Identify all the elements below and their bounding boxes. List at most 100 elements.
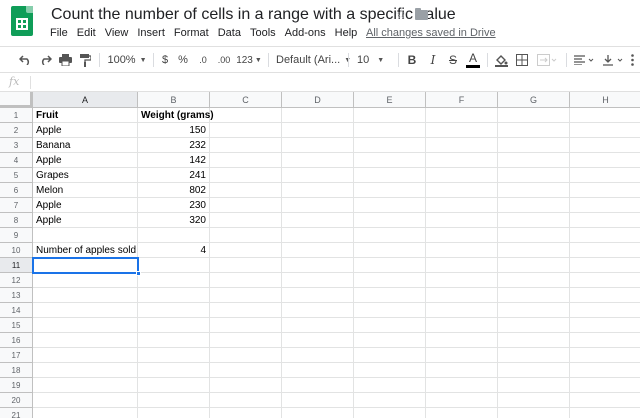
save-status-link[interactable]: All changes saved in Drive <box>366 27 496 39</box>
cell-f5[interactable] <box>426 168 498 183</box>
row-header-18[interactable]: 18 <box>0 363 33 378</box>
cell-h14[interactable] <box>570 303 640 318</box>
column-header-c[interactable]: C <box>210 92 282 108</box>
cell-b17[interactable] <box>138 348 210 363</box>
row-header-15[interactable]: 15 <box>0 318 33 333</box>
row-header-10[interactable]: 10 <box>0 243 33 258</box>
cell-f17[interactable] <box>426 348 498 363</box>
zoom-select[interactable]: 100% ▼ <box>106 51 148 69</box>
menu-edit[interactable]: Edit <box>77 27 101 39</box>
cell-g10[interactable] <box>498 243 570 258</box>
cell-d14[interactable] <box>282 303 354 318</box>
cell-e19[interactable] <box>354 378 426 393</box>
cell-g14[interactable] <box>498 303 570 318</box>
cell-b13[interactable] <box>138 288 210 303</box>
cell-c1[interactable] <box>210 108 282 123</box>
cell-f4[interactable] <box>426 153 498 168</box>
cell-c17[interactable] <box>210 348 282 363</box>
cell-d6[interactable] <box>282 183 354 198</box>
column-header-d[interactable]: D <box>282 92 354 108</box>
cell-a18[interactable] <box>33 363 138 378</box>
cell-g8[interactable] <box>498 213 570 228</box>
cell-b19[interactable] <box>138 378 210 393</box>
cell-h6[interactable] <box>570 183 640 198</box>
cell-h5[interactable] <box>570 168 640 183</box>
cell-c11[interactable] <box>210 258 282 273</box>
cell-h3[interactable] <box>570 138 640 153</box>
cell-d7[interactable] <box>282 198 354 213</box>
cell-d4[interactable] <box>282 153 354 168</box>
column-header-a[interactable]: A <box>33 92 138 108</box>
cell-d10[interactable] <box>282 243 354 258</box>
cell-h13[interactable] <box>570 288 640 303</box>
row-header-5[interactable]: 5 <box>0 168 33 183</box>
menu-addons[interactable]: Add-ons <box>285 27 331 39</box>
row-header-4[interactable]: 4 <box>0 153 33 168</box>
cell-d16[interactable] <box>282 333 354 348</box>
cell-h20[interactable] <box>570 393 640 408</box>
cell-e11[interactable] <box>354 258 426 273</box>
bold-button[interactable]: B <box>405 51 419 69</box>
cell-g4[interactable] <box>498 153 570 168</box>
menu-file[interactable]: File <box>50 27 73 39</box>
currency-format-button[interactable]: $ <box>159 51 171 69</box>
cell-d12[interactable] <box>282 273 354 288</box>
borders-icon[interactable] <box>515 51 529 69</box>
cell-b7[interactable]: 230 <box>138 198 210 213</box>
row-header-12[interactable]: 12 <box>0 273 33 288</box>
cell-h18[interactable] <box>570 363 640 378</box>
cell-f2[interactable] <box>426 123 498 138</box>
row-header-3[interactable]: 3 <box>0 138 33 153</box>
undo-icon[interactable] <box>17 51 33 69</box>
cell-c5[interactable] <box>210 168 282 183</box>
cell-e21[interactable] <box>354 408 426 418</box>
cell-g20[interactable] <box>498 393 570 408</box>
cell-c6[interactable] <box>210 183 282 198</box>
cell-c20[interactable] <box>210 393 282 408</box>
cell-a16[interactable] <box>33 333 138 348</box>
cell-e8[interactable] <box>354 213 426 228</box>
cell-e13[interactable] <box>354 288 426 303</box>
cell-d19[interactable] <box>282 378 354 393</box>
cell-b8[interactable]: 320 <box>138 213 210 228</box>
cell-g21[interactable] <box>498 408 570 418</box>
cell-c2[interactable] <box>210 123 282 138</box>
cell-f15[interactable] <box>426 318 498 333</box>
cell-b12[interactable] <box>138 273 210 288</box>
cell-f20[interactable] <box>426 393 498 408</box>
cell-c19[interactable] <box>210 378 282 393</box>
cell-c18[interactable] <box>210 363 282 378</box>
row-header-19[interactable]: 19 <box>0 378 33 393</box>
row-header-9[interactable]: 9 <box>0 228 33 243</box>
row-header-16[interactable]: 16 <box>0 333 33 348</box>
cell-b15[interactable] <box>138 318 210 333</box>
cell-e9[interactable] <box>354 228 426 243</box>
fill-color-icon[interactable] <box>494 51 508 69</box>
vertical-align-icon[interactable] <box>602 51 626 69</box>
cell-e17[interactable] <box>354 348 426 363</box>
cell-g6[interactable] <box>498 183 570 198</box>
cell-h1[interactable] <box>570 108 640 123</box>
cell-e10[interactable] <box>354 243 426 258</box>
cell-b5[interactable]: 241 <box>138 168 210 183</box>
cell-a8[interactable]: Apple <box>33 213 138 228</box>
cell-d3[interactable] <box>282 138 354 153</box>
cell-e7[interactable] <box>354 198 426 213</box>
cell-d15[interactable] <box>282 318 354 333</box>
cell-h8[interactable] <box>570 213 640 228</box>
cell-a17[interactable] <box>33 348 138 363</box>
menu-format[interactable]: Format <box>174 27 214 39</box>
increase-decimal-button[interactable]: .00 <box>215 51 233 69</box>
cell-g9[interactable] <box>498 228 570 243</box>
menu-tools[interactable]: Tools <box>250 27 281 39</box>
row-header-13[interactable]: 13 <box>0 288 33 303</box>
cell-c15[interactable] <box>210 318 282 333</box>
star-icon[interactable]: ☆ <box>395 6 408 23</box>
cell-g5[interactable] <box>498 168 570 183</box>
cell-f1[interactable] <box>426 108 498 123</box>
menu-insert[interactable]: Insert <box>137 27 170 39</box>
cell-a5[interactable]: Grapes <box>33 168 138 183</box>
cell-c13[interactable] <box>210 288 282 303</box>
cell-f3[interactable] <box>426 138 498 153</box>
cell-b18[interactable] <box>138 363 210 378</box>
